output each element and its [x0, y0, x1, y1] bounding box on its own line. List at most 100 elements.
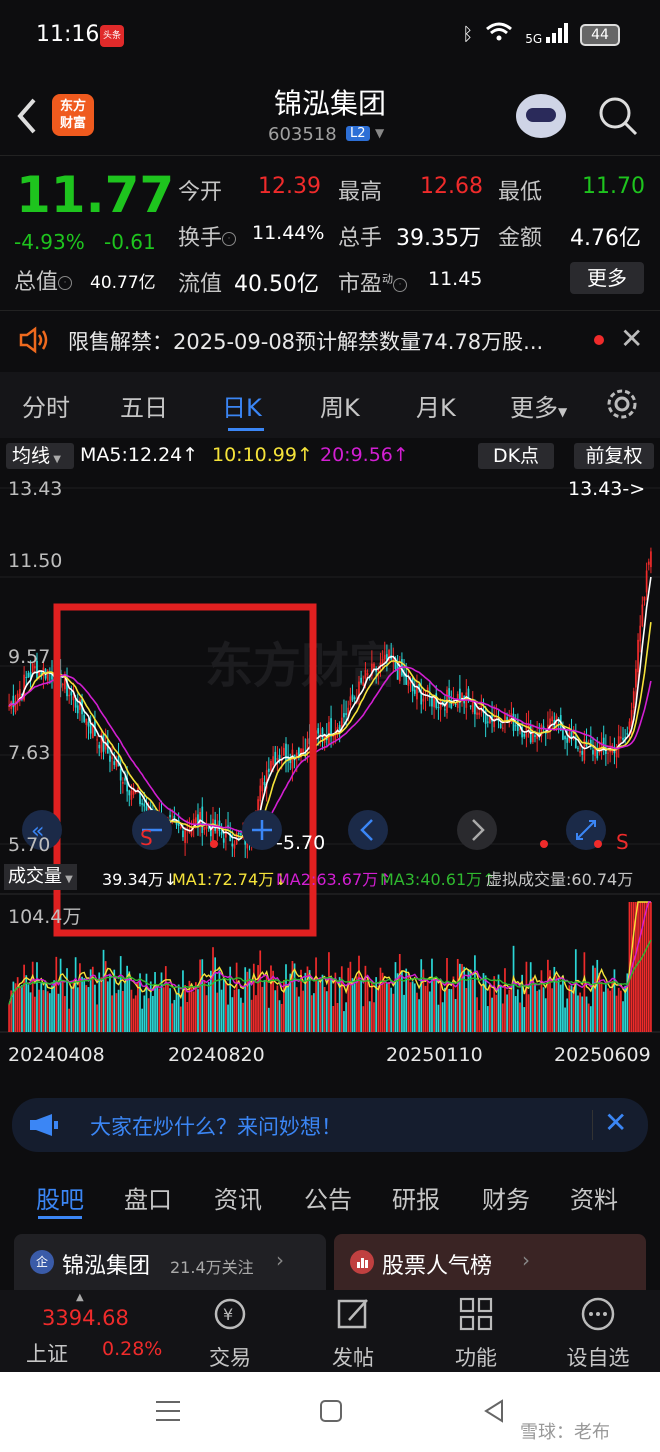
- volume-bar: [203, 979, 206, 1032]
- tab-more[interactable]: 更多▼: [510, 388, 567, 423]
- close-icon[interactable]: ✕: [604, 1106, 627, 1139]
- banner-text[interactable]: 大家在炒什么？来问妙想！: [90, 1111, 342, 1141]
- volume-bar: [448, 988, 450, 1032]
- volume-bar: [398, 954, 401, 1032]
- tab-guba[interactable]: 股吧: [36, 1180, 84, 1215]
- volume-bar: [220, 989, 223, 1032]
- candle-body: [626, 733, 629, 735]
- volume-bar: [152, 995, 154, 1032]
- candle-body: [622, 737, 624, 740]
- nav-functions[interactable]: 功能: [436, 1296, 516, 1372]
- candle-body: [119, 768, 122, 781]
- tab-announcement[interactable]: 公告: [304, 1180, 352, 1215]
- volume-bar: [482, 973, 485, 1032]
- volume-bar: [199, 959, 201, 1032]
- volume-bar: [85, 985, 88, 1032]
- tab-weekly-k[interactable]: 周K: [320, 388, 360, 423]
- candle-body: [111, 757, 113, 759]
- card-title: 股票人气榜: [382, 1254, 493, 1279]
- nav-watchlist[interactable]: 设自选: [558, 1296, 638, 1372]
- dk-point-button[interactable]: DK点: [478, 443, 554, 469]
- adjust-button[interactable]: 前复权: [574, 443, 654, 469]
- volume-label: 总手: [338, 226, 383, 251]
- volume-bar: [70, 986, 73, 1032]
- stock-code[interactable]: 603518: [268, 124, 337, 145]
- volume-bar: [358, 955, 360, 1032]
- nav-trade[interactable]: ¥ 交易: [190, 1296, 270, 1372]
- volume-bar: [544, 998, 547, 1032]
- volume-bar: [581, 996, 584, 1032]
- card-subtitle: 21.4万关注: [170, 1258, 254, 1277]
- tab-monthly-k[interactable]: 月K: [416, 388, 456, 423]
- gear-icon[interactable]: [604, 386, 640, 422]
- company-icon: 企: [30, 1250, 54, 1274]
- tab-pankou[interactable]: 盘口: [124, 1180, 172, 1215]
- volume-bar: [319, 982, 322, 1032]
- more-button[interactable]: 更多: [570, 262, 644, 294]
- volume-bar: [587, 1003, 590, 1032]
- next-icon[interactable]: [457, 810, 497, 850]
- candle-body: [184, 830, 186, 843]
- speaker-icon: [18, 326, 50, 354]
- candle-body: [27, 673, 30, 678]
- open-value: 12.39: [258, 174, 321, 199]
- volume-bar: [540, 970, 543, 1032]
- volume-indicator-select[interactable]: 成交量 ▼: [4, 864, 77, 890]
- volume-bar: [362, 1006, 365, 1032]
- ma10-value: 10:10.99↑: [212, 444, 313, 466]
- pe-label[interactable]: 市盈动 ·: [338, 266, 408, 298]
- candle-body: [413, 689, 416, 694]
- turnover-label[interactable]: 换手 ·: [178, 220, 237, 252]
- tab-research[interactable]: 研报: [392, 1180, 440, 1215]
- volume-bar: [83, 978, 86, 1032]
- robot-assistant-icon[interactable]: [516, 94, 566, 138]
- sell-marker: S: [140, 826, 153, 850]
- chevron-down-icon[interactable]: ▼: [375, 126, 384, 140]
- volume-bar: [184, 985, 186, 1032]
- index-name[interactable]: 上证: [26, 1338, 68, 1368]
- index-value[interactable]: 3394.68: [42, 1306, 129, 1330]
- candle-body: [431, 697, 433, 707]
- prev-icon[interactable]: [348, 810, 388, 850]
- tab-profile[interactable]: 资料: [570, 1180, 618, 1215]
- home-icon[interactable]: [318, 1398, 344, 1431]
- candle-body: [373, 663, 375, 668]
- volume-bar: [570, 985, 573, 1032]
- candle-body: [592, 750, 594, 755]
- volume-bar: [293, 963, 296, 1032]
- volume-bar: [270, 965, 272, 1032]
- popularity-card[interactable]: 股票人气榜 ›: [334, 1234, 646, 1290]
- candle-body: [267, 768, 270, 772]
- volume-bar: [645, 902, 648, 1032]
- candle-body: [532, 732, 534, 743]
- volume-bar: [96, 1004, 98, 1032]
- stock-follow-card[interactable]: 企 锦泓集团 21.4万关注 ›: [14, 1234, 326, 1290]
- tab-five-day[interactable]: 五日: [120, 388, 168, 423]
- indicator-type-select[interactable]: 均线 ▼: [6, 443, 74, 469]
- back-nav-icon[interactable]: [482, 1398, 506, 1431]
- close-icon[interactable]: ✕: [620, 322, 643, 355]
- volume-bar: [622, 1001, 624, 1032]
- volume-bar: [328, 952, 330, 1032]
- volume-bar: [343, 1011, 345, 1032]
- tab-news[interactable]: 资讯: [214, 1180, 262, 1215]
- tab-finance[interactable]: 财务: [482, 1180, 530, 1215]
- nav-post[interactable]: 发帖: [313, 1296, 393, 1372]
- tab-intraday[interactable]: 分时: [22, 388, 70, 423]
- search-icon[interactable]: [598, 96, 638, 136]
- market-cap-label[interactable]: 总值 ·: [14, 264, 73, 296]
- volume-bar: [214, 957, 217, 1032]
- volume-bar: [137, 982, 139, 1032]
- candle-body: [179, 826, 182, 828]
- volume-bar: [278, 1000, 281, 1032]
- candle-body: [499, 723, 502, 728]
- volume-bar: [192, 991, 195, 1032]
- kline-chart[interactable]: 东方财富 «: [0, 472, 660, 1088]
- volume-bar: [529, 962, 532, 1032]
- unlock-notice[interactable]: 限售解禁：2025-09-08预计解禁数量74.78万股...: [68, 326, 543, 356]
- price-tick: 9.57: [8, 646, 51, 668]
- tab-daily-k[interactable]: 日K: [222, 388, 262, 423]
- volume-bar: [285, 964, 287, 1032]
- volume-bar: [68, 1008, 71, 1032]
- menu-icon[interactable]: [154, 1398, 182, 1431]
